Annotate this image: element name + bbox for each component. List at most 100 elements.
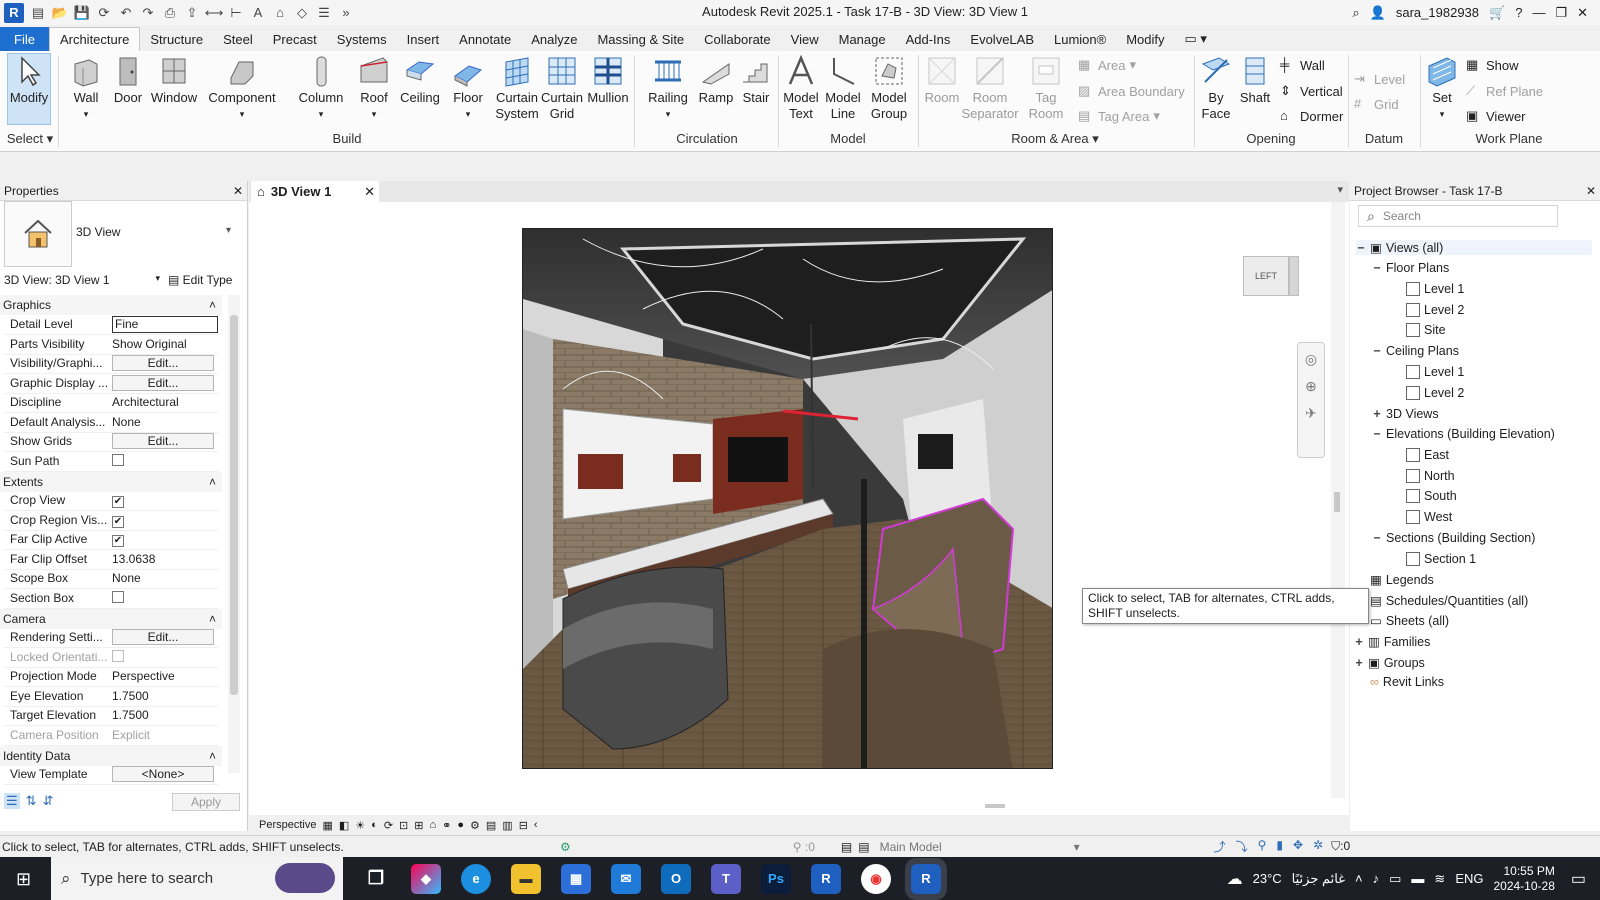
detail-level-field[interactable]: Fine — [112, 315, 218, 333]
view-vertical-scrollbar[interactable] — [1331, 202, 1345, 798]
tree-sheets[interactable]: ▭ Sheets (all) — [1370, 613, 1449, 629]
tray-chevron-icon[interactable]: ˄ — [1355, 871, 1363, 886]
group-extents[interactable]: Extents ˄ — [0, 472, 222, 492]
view-tab-3d-view-1[interactable]: ⌂ 3D View 1 ✕ — [251, 181, 379, 202]
door-button[interactable]: Door — [108, 54, 148, 106]
undo-icon[interactable]: ↶ — [118, 5, 134, 21]
viewcube-side-face[interactable] — [1289, 256, 1299, 296]
tree-families[interactable]: + ▥ Families — [1354, 634, 1430, 650]
column-button[interactable]: Column ▾ — [296, 54, 346, 122]
battery-icon[interactable]: ▬ — [1411, 871, 1424, 886]
floor-button[interactable]: Floor ▾ — [448, 54, 488, 122]
language-indicator[interactable]: ENG — [1455, 871, 1483, 886]
group-camera[interactable]: Camera ˄ — [0, 609, 222, 629]
model-line-button[interactable]: Model Line — [822, 54, 864, 122]
sort-descending-icon[interactable]: ⇵ — [43, 793, 54, 809]
drag-elements-icon[interactable]: ✥ — [1293, 838, 1303, 855]
far-clip-active-checkbox[interactable]: ✔ — [112, 534, 124, 547]
close-view-icon[interactable]: ✕ — [364, 184, 375, 200]
sync-icon[interactable]: ⟳ — [96, 5, 112, 21]
tree-elevation-south[interactable]: South — [1406, 489, 1457, 503]
model-text-button[interactable]: Model Text — [780, 54, 822, 122]
graphic-display-edit-button[interactable]: Edit... — [112, 375, 214, 392]
viewcube[interactable]: LEFT — [1243, 250, 1299, 300]
highlight-icon[interactable]: ▥ — [502, 819, 512, 832]
tab-precast[interactable]: Precast — [263, 27, 327, 51]
windows-start-icon[interactable]: ⊞ — [16, 869, 31, 890]
zoom-region-icon[interactable]: ⊕ — [1305, 378, 1317, 395]
tree-section-1[interactable]: Section 1 — [1406, 552, 1476, 566]
filter-icon[interactable]: ⛉:0 — [1331, 839, 1350, 854]
tree-elevation-west[interactable]: West — [1406, 510, 1452, 524]
dimension-icon[interactable]: ⊢ — [228, 5, 244, 21]
roof-button[interactable]: Roof ▾ — [354, 54, 394, 122]
projection-mode-label[interactable]: Perspective — [259, 819, 316, 831]
crop-region-icon[interactable]: ⊞ — [414, 819, 423, 832]
component-button[interactable]: Component ▾ — [208, 54, 276, 122]
tab-steel[interactable]: Steel — [213, 27, 263, 51]
crop-view-icon[interactable]: ⊡ — [399, 819, 408, 832]
tree-sections[interactable]: − Sections (Building Section) — [1372, 531, 1535, 545]
view-horizontal-scroll-thumb[interactable] — [985, 804, 1005, 808]
crop-view-checkbox[interactable]: ✔ — [112, 495, 124, 508]
copilot-icon[interactable]: ◆ — [411, 863, 441, 894]
taskbar-search-box[interactable]: ⌕ Type here to search — [51, 857, 343, 900]
weather-status[interactable]: غائم جزئيًا — [1292, 871, 1345, 887]
view-horizontal-scrollbar[interactable] — [929, 800, 1329, 812]
tree-revit-links[interactable]: ∞ Revit Links — [1370, 675, 1444, 689]
tree-legends[interactable]: ▦ Legends — [1370, 572, 1434, 588]
reveal-hidden-icon[interactable]: ● — [457, 819, 464, 831]
analysis-icon[interactable]: ▤ — [486, 819, 496, 832]
visibility-graphics-edit-button[interactable]: Edit... — [112, 355, 214, 372]
apply-button[interactable]: Apply — [172, 793, 240, 811]
status-design-options-icon[interactable]: ▤ — [858, 840, 869, 854]
tab-modify[interactable]: Modify — [1116, 27, 1174, 51]
temperature[interactable]: 23°C — [1253, 871, 1282, 886]
curtain-grid-button[interactable]: Curtain Grid — [540, 54, 584, 122]
display-icon[interactable]: ▭ — [1389, 871, 1401, 887]
detail-level-icon[interactable]: ▦ — [322, 819, 332, 832]
save-icon[interactable]: 💾 — [74, 5, 90, 21]
temporary-hide-icon[interactable]: ⚭ — [442, 819, 451, 832]
area-button[interactable]: ▦ Area ▾ — [1078, 57, 1136, 73]
viewer-button[interactable]: ▣ Viewer — [1466, 108, 1526, 124]
room-area-panel-label[interactable]: Room & Area ▾ — [1000, 131, 1110, 147]
mullion-button[interactable]: Mullion — [586, 54, 630, 106]
type-selector[interactable]: 3D View — [76, 225, 120, 239]
tree-elevations[interactable]: − Elevations (Building Elevation) — [1372, 427, 1555, 441]
tab-add-ins[interactable]: Add-Ins — [896, 27, 961, 51]
tree-floor-plan-site[interactable]: Site — [1406, 323, 1446, 337]
tree-elevation-east[interactable]: East — [1406, 448, 1449, 462]
clock[interactable]: 10:55 PM 2024-10-28 — [1493, 864, 1554, 894]
area-boundary-button[interactable]: ▨ Area Boundary — [1078, 83, 1185, 99]
level-button[interactable]: ⇥ Level — [1354, 71, 1405, 87]
tree-floor-plans[interactable]: − Floor Plans — [1372, 261, 1449, 275]
close-icon[interactable]: ✕ — [1577, 5, 1588, 21]
notifications-icon[interactable]: ▭ — [1571, 869, 1586, 889]
group-identity-data[interactable]: Identity Data ˄ — [0, 746, 222, 766]
user-icon[interactable]: 👤 — [1370, 5, 1386, 21]
select-dropdown[interactable]: Select ▾ — [6, 131, 54, 147]
status-worksets-icon[interactable]: ⚙ — [560, 840, 571, 854]
show-button[interactable]: ▦ Show — [1466, 57, 1519, 73]
switch-windows-icon[interactable]: ☰ — [316, 5, 332, 21]
tab-structure[interactable]: Structure — [140, 27, 213, 51]
rendering-settings-edit-button[interactable]: Edit... — [112, 629, 214, 646]
edit-type-button[interactable]: ▤ Edit Type — [168, 273, 232, 287]
task-view-icon[interactable]: ❐ — [361, 864, 391, 894]
select-underlay-icon[interactable]: ⤵ — [1236, 838, 1248, 855]
panel-switch-icon[interactable]: ▭ ▾ — [1175, 27, 1217, 51]
tab-analyze[interactable]: Analyze — [521, 27, 587, 51]
type-dropdown-icon[interactable]: ▾ — [226, 225, 231, 236]
sort-ascending-icon[interactable]: ⇅ — [26, 793, 37, 809]
tree-schedules[interactable]: ▤ Schedules/Quantities (all) — [1370, 593, 1528, 609]
model-group-button[interactable]: Model Group — [866, 54, 912, 122]
tree-ceiling-plan-level-1[interactable]: Level 1 — [1406, 365, 1464, 379]
more-icon[interactable]: » — [338, 5, 354, 21]
wifi-icon[interactable]: ≋ — [1434, 871, 1445, 887]
worksharing-icon[interactable]: ⚙ — [470, 819, 480, 832]
by-face-button[interactable]: By Face — [1196, 54, 1236, 122]
opening-wall-button[interactable]: ╪ Wall — [1280, 57, 1325, 73]
tag-area-button[interactable]: ▤ Tag Area ▾ — [1078, 108, 1160, 124]
sun-path-icon[interactable]: ☀ — [355, 819, 365, 832]
